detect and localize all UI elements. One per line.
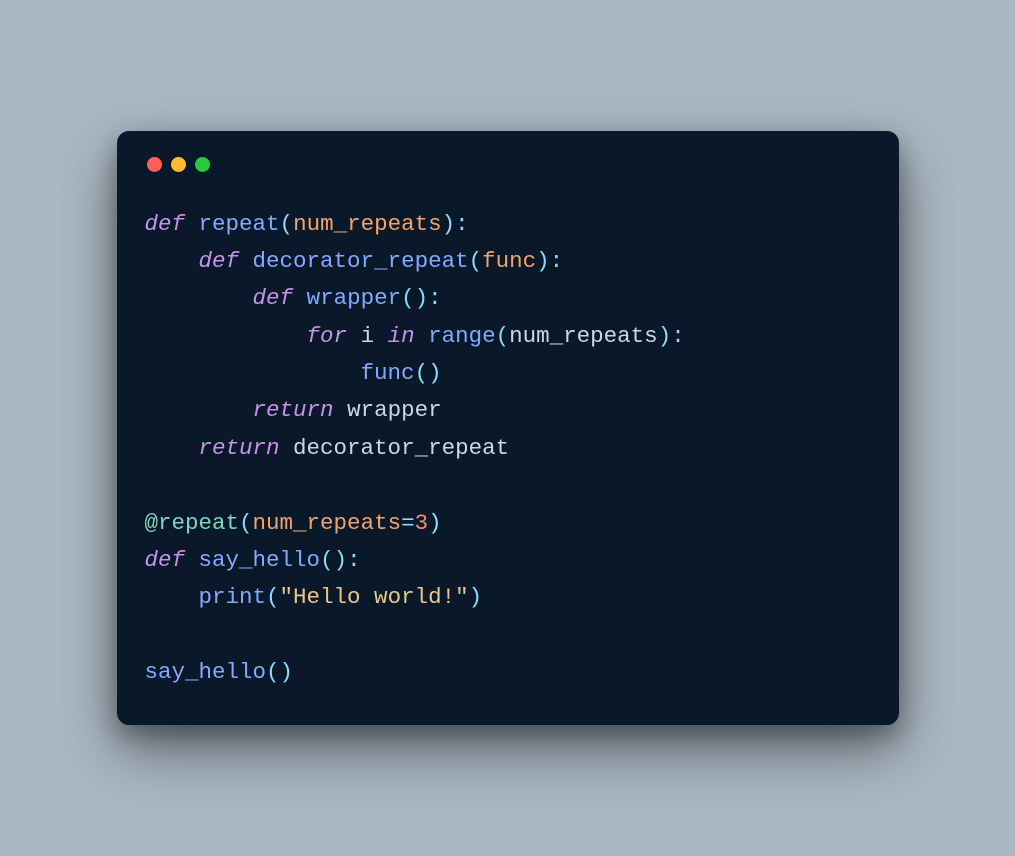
- decorator-repeat: repeat: [158, 510, 239, 536]
- keyword-for: for: [307, 323, 348, 349]
- call-say-hello: say_hello: [145, 659, 267, 685]
- punct-colon: :: [347, 547, 361, 573]
- punct-close: ): [334, 547, 348, 573]
- punct-close: ): [280, 659, 294, 685]
- code-block: def repeat(num_repeats): def decorator_r…: [145, 206, 871, 691]
- fn-decorator-repeat: decorator_repeat: [253, 248, 469, 274]
- var-decorator-repeat: decorator_repeat: [293, 435, 509, 461]
- keyword-def: def: [145, 547, 186, 573]
- punct-close: ): [428, 510, 442, 536]
- param-num-repeats: num_repeats: [253, 510, 402, 536]
- punct-eq: =: [401, 510, 415, 536]
- decorator-at: @: [145, 510, 159, 536]
- code-window: def repeat(num_repeats): def decorator_r…: [117, 131, 899, 725]
- param-func: func: [482, 248, 536, 274]
- punct-open: (: [415, 360, 429, 386]
- punct-close: ): [415, 285, 429, 311]
- var-i: i: [361, 323, 375, 349]
- punct-close: ): [536, 248, 550, 274]
- num-three: 3: [415, 510, 429, 536]
- keyword-return: return: [199, 435, 280, 461]
- keyword-def: def: [145, 211, 186, 237]
- punct-open: (: [496, 323, 510, 349]
- punct-colon: :: [428, 285, 442, 311]
- fn-func: func: [361, 360, 415, 386]
- var-wrapper: wrapper: [347, 397, 442, 423]
- close-icon[interactable]: [147, 157, 162, 172]
- punct-open: (: [320, 547, 334, 573]
- minimize-icon[interactable]: [171, 157, 186, 172]
- punct-open: (: [280, 211, 294, 237]
- punct-close: ): [658, 323, 672, 349]
- punct-close: ): [469, 584, 483, 610]
- string-hello: "Hello world!": [280, 584, 469, 610]
- fn-range: range: [428, 323, 496, 349]
- fn-say-hello: say_hello: [199, 547, 321, 573]
- punct-open: (: [266, 584, 280, 610]
- punct-open: (: [469, 248, 483, 274]
- keyword-def: def: [199, 248, 240, 274]
- punct-colon: :: [455, 211, 469, 237]
- fn-print: print: [199, 584, 267, 610]
- fn-wrapper: wrapper: [307, 285, 402, 311]
- punct-open: (: [401, 285, 415, 311]
- var-num-repeats: num_repeats: [509, 323, 658, 349]
- punct-colon: :: [550, 248, 564, 274]
- fn-repeat: repeat: [199, 211, 280, 237]
- punct-close: ): [428, 360, 442, 386]
- punct-close: ): [442, 211, 456, 237]
- maximize-icon[interactable]: [195, 157, 210, 172]
- param-num-repeats: num_repeats: [293, 211, 442, 237]
- window-titlebar: [145, 153, 871, 206]
- punct-open: (: [239, 510, 253, 536]
- punct-colon: :: [671, 323, 685, 349]
- keyword-return: return: [253, 397, 334, 423]
- punct-open: (: [266, 659, 280, 685]
- keyword-in: in: [388, 323, 415, 349]
- keyword-def: def: [253, 285, 294, 311]
